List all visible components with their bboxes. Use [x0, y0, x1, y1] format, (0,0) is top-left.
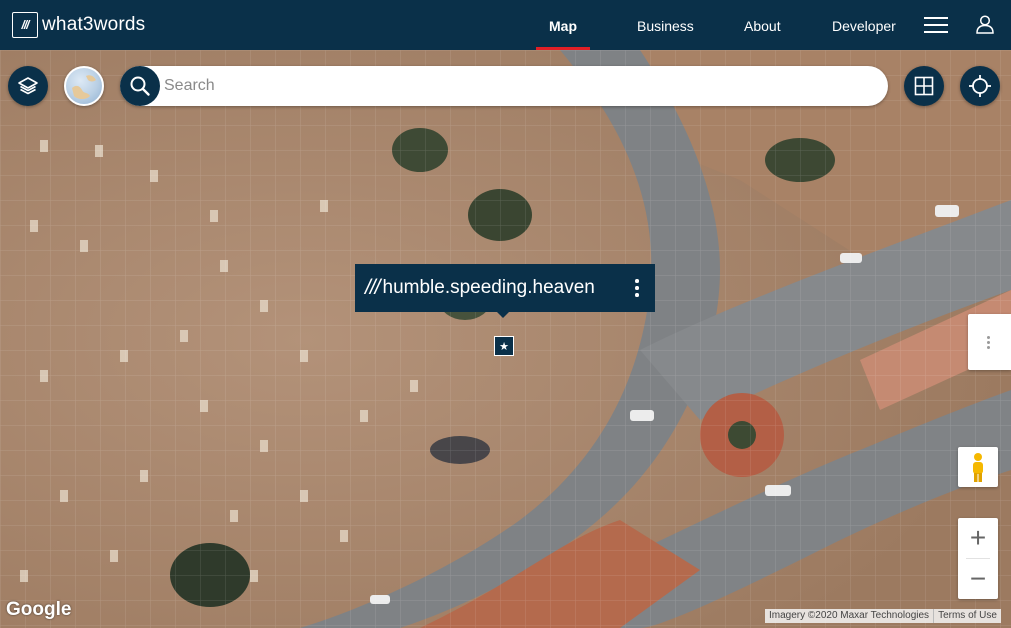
locate-me-button[interactable]	[960, 66, 1000, 106]
zoom-out-button[interactable]: −	[958, 559, 998, 599]
address-slashes: ///	[365, 276, 380, 299]
side-panel-toggle[interactable]	[968, 314, 1011, 370]
nav-developer[interactable]: Developer	[832, 0, 896, 50]
what3words-logo[interactable]: /// what3words	[12, 12, 145, 38]
search-input[interactable]	[164, 66, 864, 106]
logo-text: what3words	[42, 14, 146, 35]
more-vertical-icon[interactable]	[629, 278, 643, 298]
location-marker[interactable]: ★	[494, 336, 514, 356]
terms-of-use-link[interactable]: Terms of Use	[933, 609, 1001, 623]
star-icon: ★	[499, 340, 509, 353]
layers-button[interactable]	[8, 66, 48, 106]
user-icon[interactable]	[975, 14, 995, 34]
nav-business[interactable]: Business	[637, 0, 694, 50]
nav-map[interactable]: Map	[536, 0, 590, 50]
imagery-credit: Imagery ©2020 Maxar Technologies	[769, 610, 930, 621]
logo-mark: ///	[12, 12, 38, 38]
menu-icon[interactable]	[924, 17, 948, 33]
nav-about[interactable]: About	[744, 0, 781, 50]
popup-pointer	[497, 312, 509, 318]
map-attribution: Imagery ©2020 Maxar Technologies Terms o…	[765, 609, 1001, 623]
top-navigation-bar: /// what3words Map Business About Develo…	[0, 0, 1011, 50]
grid-toggle-button[interactable]	[904, 66, 944, 106]
layers-icon	[18, 77, 38, 95]
nav-map-label: Map	[549, 18, 577, 34]
search-icon	[130, 76, 150, 96]
grid-icon	[914, 76, 934, 96]
google-logo: Google	[6, 599, 72, 620]
zoom-controls: + −	[958, 518, 998, 599]
search-bar	[120, 66, 888, 106]
search-button[interactable]	[120, 66, 160, 106]
street-view-pegman[interactable]	[958, 447, 998, 487]
locate-icon	[969, 75, 991, 97]
three-word-address: humble.speeding.heaven	[382, 277, 595, 298]
zoom-in-button[interactable]: +	[958, 518, 998, 558]
pegman-icon	[973, 453, 983, 482]
address-popup[interactable]: /// humble.speeding.heaven	[355, 264, 655, 312]
globe-icon[interactable]	[64, 66, 104, 106]
